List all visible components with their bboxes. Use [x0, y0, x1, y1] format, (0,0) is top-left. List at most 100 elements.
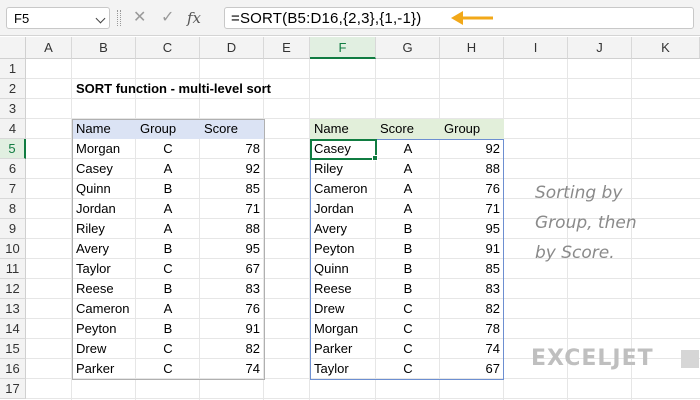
table-cell[interactable]: 71 — [440, 199, 504, 219]
row-header-15[interactable]: 15 — [0, 339, 26, 359]
row-header-13[interactable]: 13 — [0, 299, 26, 319]
table-cell[interactable]: Quinn — [310, 259, 376, 279]
table-cell[interactable]: A — [136, 219, 200, 239]
row-header-10[interactable]: 10 — [0, 239, 26, 259]
table-header-cell[interactable]: Name — [72, 119, 136, 139]
table-cell[interactable]: A — [376, 179, 440, 199]
table-cell[interactable]: 92 — [200, 159, 264, 179]
table-cell[interactable]: Avery — [72, 239, 136, 259]
table-cell[interactable]: Riley — [310, 159, 376, 179]
insert-function-icon[interactable]: fx — [187, 7, 201, 29]
row-header-2[interactable]: 2 — [0, 79, 26, 99]
table-cell[interactable]: Casey — [72, 159, 136, 179]
table-cell[interactable]: C — [376, 359, 440, 379]
table-cell[interactable]: A — [136, 159, 200, 179]
table-cell[interactable]: Drew — [72, 339, 136, 359]
table-cell[interactable]: 82 — [200, 339, 264, 359]
table-cell[interactable]: B — [136, 279, 200, 299]
table-cell[interactable]: 83 — [440, 279, 504, 299]
select-all-corner[interactable] — [0, 37, 26, 59]
table-cell[interactable]: C — [136, 339, 200, 359]
table-cell[interactable]: Reese — [310, 279, 376, 299]
table-cell[interactable]: A — [376, 199, 440, 219]
table-cell[interactable]: 76 — [440, 179, 504, 199]
row-header-7[interactable]: 7 — [0, 179, 26, 199]
table-cell[interactable]: B — [376, 259, 440, 279]
row-header-14[interactable]: 14 — [0, 319, 26, 339]
table-header-cell[interactable]: Score — [200, 119, 264, 139]
column-header-h[interactable]: H — [440, 37, 504, 59]
table-cell[interactable]: Taylor — [72, 259, 136, 279]
column-header-c[interactable]: C — [136, 37, 200, 59]
column-header-g[interactable]: G — [376, 37, 440, 59]
row-header-1[interactable]: 1 — [0, 59, 26, 79]
enter-icon[interactable]: ✓ — [161, 7, 174, 29]
table-cell[interactable]: 71 — [200, 199, 264, 219]
table-cell[interactable]: Casey — [310, 139, 376, 159]
chevron-down-icon[interactable] — [95, 13, 106, 24]
row-header-16[interactable]: 16 — [0, 359, 26, 379]
table-cell[interactable]: 91 — [440, 239, 504, 259]
name-box[interactable]: F5 — [6, 7, 110, 29]
table-cell[interactable]: Peyton — [72, 319, 136, 339]
table-cell[interactable]: A — [136, 299, 200, 319]
table-cell[interactable]: B — [136, 239, 200, 259]
table-cell[interactable]: 83 — [200, 279, 264, 299]
table-cell[interactable]: 74 — [440, 339, 504, 359]
table-cell[interactable]: 78 — [200, 139, 264, 159]
table-cell[interactable]: 85 — [440, 259, 504, 279]
table-cell[interactable]: C — [376, 319, 440, 339]
table-cell[interactable]: Taylor — [310, 359, 376, 379]
table-cell[interactable]: 67 — [440, 359, 504, 379]
row-header-9[interactable]: 9 — [0, 219, 26, 239]
row-header-12[interactable]: 12 — [0, 279, 26, 299]
cancel-icon[interactable]: ✕ — [133, 7, 146, 29]
table-cell[interactable]: Reese — [72, 279, 136, 299]
table-cell[interactable]: Drew — [310, 299, 376, 319]
table-header-cell[interactable]: Group — [136, 119, 200, 139]
drag-handle-icon[interactable] — [117, 10, 121, 26]
table-cell[interactable]: B — [136, 319, 200, 339]
column-header-b[interactable]: B — [72, 37, 136, 59]
column-header-i[interactable]: I — [504, 37, 568, 59]
table-cell[interactable]: 88 — [440, 159, 504, 179]
table-cell[interactable]: Parker — [72, 359, 136, 379]
table-cell[interactable]: 95 — [200, 239, 264, 259]
table-cell[interactable]: 82 — [440, 299, 504, 319]
table-cell[interactable]: Morgan — [72, 139, 136, 159]
row-header-11[interactable]: 11 — [0, 259, 26, 279]
table-cell[interactable]: C — [136, 139, 200, 159]
table-header-cell[interactable]: Score — [376, 119, 440, 139]
column-header-k[interactable]: K — [632, 37, 700, 59]
table-cell[interactable]: Avery — [310, 219, 376, 239]
table-cell[interactable]: A — [376, 159, 440, 179]
table-cell[interactable]: B — [376, 239, 440, 259]
table-cell[interactable]: 91 — [200, 319, 264, 339]
row-header-3[interactable]: 3 — [0, 99, 26, 119]
table-cell[interactable]: Cameron — [310, 179, 376, 199]
row-header-4[interactable]: 4 — [0, 119, 26, 139]
table-cell[interactable]: C — [376, 339, 440, 359]
table-cell[interactable]: 74 — [200, 359, 264, 379]
table-cell[interactable]: 95 — [440, 219, 504, 239]
table-cell[interactable]: Peyton — [310, 239, 376, 259]
table-cell[interactable]: 92 — [440, 139, 504, 159]
table-cell[interactable]: 67 — [200, 259, 264, 279]
table-cell[interactable]: C — [136, 259, 200, 279]
table-cell[interactable]: C — [376, 299, 440, 319]
table-header-cell[interactable]: Name — [310, 119, 376, 139]
row-header-17[interactable]: 17 — [0, 379, 26, 399]
row-header-8[interactable]: 8 — [0, 199, 26, 219]
table-cell[interactable]: Jordan — [72, 199, 136, 219]
column-header-j[interactable]: J — [568, 37, 632, 59]
table-cell[interactable]: A — [136, 199, 200, 219]
table-cell[interactable]: 88 — [200, 219, 264, 239]
column-header-a[interactable]: A — [26, 37, 72, 59]
column-header-d[interactable]: D — [200, 37, 264, 59]
table-header-cell[interactable]: Group — [440, 119, 504, 139]
table-cell[interactable]: 78 — [440, 319, 504, 339]
table-cell[interactable]: 76 — [200, 299, 264, 319]
table-cell[interactable]: Cameron — [72, 299, 136, 319]
table-cell[interactable]: B — [376, 279, 440, 299]
table-cell[interactable]: Quinn — [72, 179, 136, 199]
